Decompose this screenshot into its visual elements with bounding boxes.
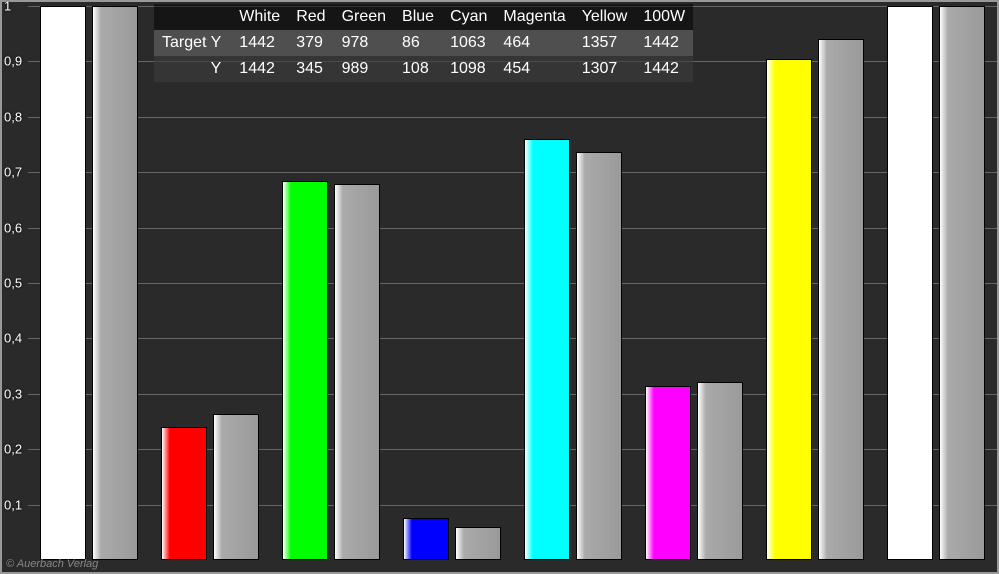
copyright-text: © Auerbach Verlag	[6, 558, 98, 570]
cell: 1442	[635, 30, 693, 56]
bar-blue-measured	[403, 518, 449, 560]
col-white: White	[231, 4, 288, 30]
cell: 108	[394, 56, 442, 82]
cell: 454	[495, 56, 573, 82]
bar-red-target	[213, 414, 259, 560]
y-tick-label: 0,3	[4, 386, 22, 401]
bar-magenta-measured	[645, 386, 691, 561]
bar-red-measured	[161, 427, 207, 560]
cell: 345	[288, 56, 333, 82]
y-tick-label: 1	[4, 0, 11, 14]
bar-blue-target	[455, 527, 501, 560]
table-row: Y 1442 345 989 108 1098 454 1307 1442	[154, 56, 693, 82]
y-tick-label: 0,6	[4, 220, 22, 235]
cell: 989	[334, 56, 394, 82]
cell: 978	[334, 30, 394, 56]
row-label-target-y: Target Y	[154, 30, 231, 56]
bar-white-target	[92, 6, 138, 560]
cell: 464	[495, 30, 573, 56]
y-tick-label: 0,1	[4, 497, 22, 512]
cell: 1442	[635, 56, 693, 82]
col-magenta: Magenta	[495, 4, 573, 30]
y-tick-label: 0,9	[4, 54, 22, 69]
col-100w: 100W	[635, 4, 693, 30]
bar-green-measured	[282, 181, 328, 560]
row-label-y: Y	[154, 56, 231, 82]
bar-100w-target	[939, 6, 985, 560]
table-header-row: White Red Green Blue Cyan Magenta Yellow…	[154, 4, 693, 30]
y-tick-label: 0,8	[4, 109, 22, 124]
chart-bars	[28, 6, 997, 560]
col-red: Red	[288, 4, 333, 30]
col-green: Green	[334, 4, 394, 30]
data-table: White Red Green Blue Cyan Magenta Yellow…	[154, 4, 693, 82]
y-tick-label: 0,4	[4, 331, 22, 346]
cell: 86	[394, 30, 442, 56]
cell: 1307	[574, 56, 636, 82]
bar-yellow-measured	[766, 59, 812, 560]
bar-cyan-measured	[524, 139, 570, 560]
col-blue: Blue	[394, 4, 442, 30]
bar-cyan-target	[576, 152, 622, 560]
cell: 379	[288, 30, 333, 56]
cell: 1442	[231, 56, 288, 82]
cell: 1098	[442, 56, 495, 82]
table-row: Target Y 1442 379 978 86 1063 464 1357 1…	[154, 30, 693, 56]
y-tick-label: 0,2	[4, 442, 22, 457]
bar-white-measured	[40, 6, 86, 560]
cell: 1357	[574, 30, 636, 56]
cell: 1442	[231, 30, 288, 56]
bar-magenta-target	[697, 382, 743, 560]
y-tick-label: 0,7	[4, 165, 22, 180]
bar-green-target	[334, 184, 380, 560]
bar-100w-measured	[887, 6, 933, 560]
cell: 1063	[442, 30, 495, 56]
bar-yellow-target	[818, 39, 864, 560]
col-cyan: Cyan	[442, 4, 495, 30]
y-tick-label: 0,5	[4, 276, 22, 291]
col-yellow: Yellow	[574, 4, 636, 30]
